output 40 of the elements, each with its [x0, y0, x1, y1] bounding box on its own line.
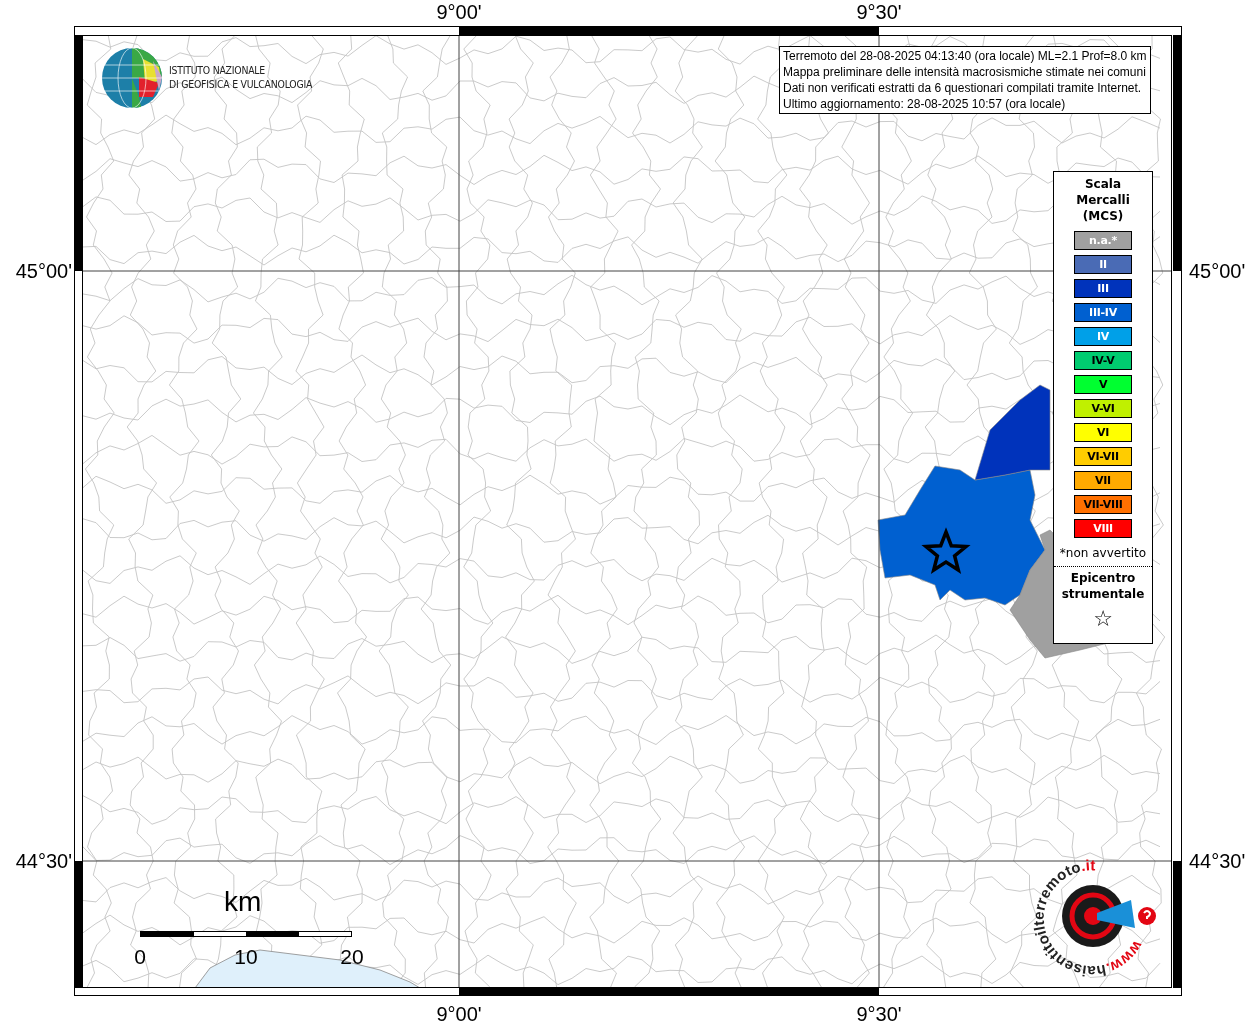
intensity-swatch: VI-VII — [1074, 447, 1132, 466]
epicenter-star-icon — [921, 527, 971, 574]
intensity-swatch: V — [1074, 375, 1132, 394]
intensity-swatch: III-IV — [1074, 303, 1132, 322]
intensity-swatch: VI — [1074, 423, 1132, 442]
epicenter-legend-title: strumentale — [1061, 586, 1145, 602]
latitude-label: 44°30' — [1189, 851, 1246, 871]
intensity-swatch: n.a.* — [1074, 231, 1132, 250]
longitude-label: 9°00' — [436, 1004, 482, 1024]
intensity-swatch: VII — [1074, 471, 1132, 490]
scale-label: 0 — [134, 946, 146, 967]
scale-unit: km — [224, 888, 262, 916]
longitude-label: 9°30' — [856, 1004, 902, 1024]
legend-title: Scala — [1084, 176, 1122, 192]
event-info-line: Dati non verificati estratti da 6 questionari compilati tramite Internet. — [783, 80, 1143, 96]
epicenter-symbol: ☆ — [1093, 608, 1113, 630]
latitude-label: 44°30' — [15, 851, 72, 871]
event-info-line: Terremoto del 28-08-2025 04:13:40 (ora locale) ML=2.1 Prof=8.0 km — [783, 48, 1147, 64]
longitude-label: 9°00' — [436, 2, 482, 22]
legend-title: Mercalli — [1076, 192, 1130, 208]
globe-logo-icon — [101, 47, 163, 109]
intensity-swatch: IV-V — [1074, 351, 1132, 370]
event-info-line: Ultimo aggiornamento: 28-08-2025 10:57 (ora locale) — [783, 96, 1067, 112]
intensity-swatch: V-VI — [1074, 399, 1132, 418]
scale-label: 10 — [234, 946, 258, 967]
intensity-swatch: II — [1074, 255, 1132, 274]
intensity-swatch: VII-VIII — [1074, 495, 1132, 514]
latitude-label: 45°00' — [1189, 261, 1246, 281]
event-info-line: Mappa preliminare delle intensità macrosismiche stimate nei comuni — [783, 64, 1147, 80]
longitude-label: 9°30' — [856, 2, 902, 22]
institute-name: ISTITUTO NAZIONALE — [169, 64, 266, 78]
intensity-swatch: VIII — [1074, 519, 1132, 538]
legend-title: (MCS) — [1082, 208, 1124, 224]
intensity-swatch: IV — [1074, 327, 1132, 346]
legend-note: *non avvertito — [1059, 545, 1147, 561]
intensity-swatch: III — [1074, 279, 1132, 298]
epicenter-legend-title: Epicentro — [1070, 570, 1136, 586]
latitude-label: 45°00' — [15, 261, 72, 281]
institute-name: DI GEOFISICA E VULCANOLOGIA — [169, 78, 313, 92]
scale-label: 20 — [340, 946, 364, 967]
